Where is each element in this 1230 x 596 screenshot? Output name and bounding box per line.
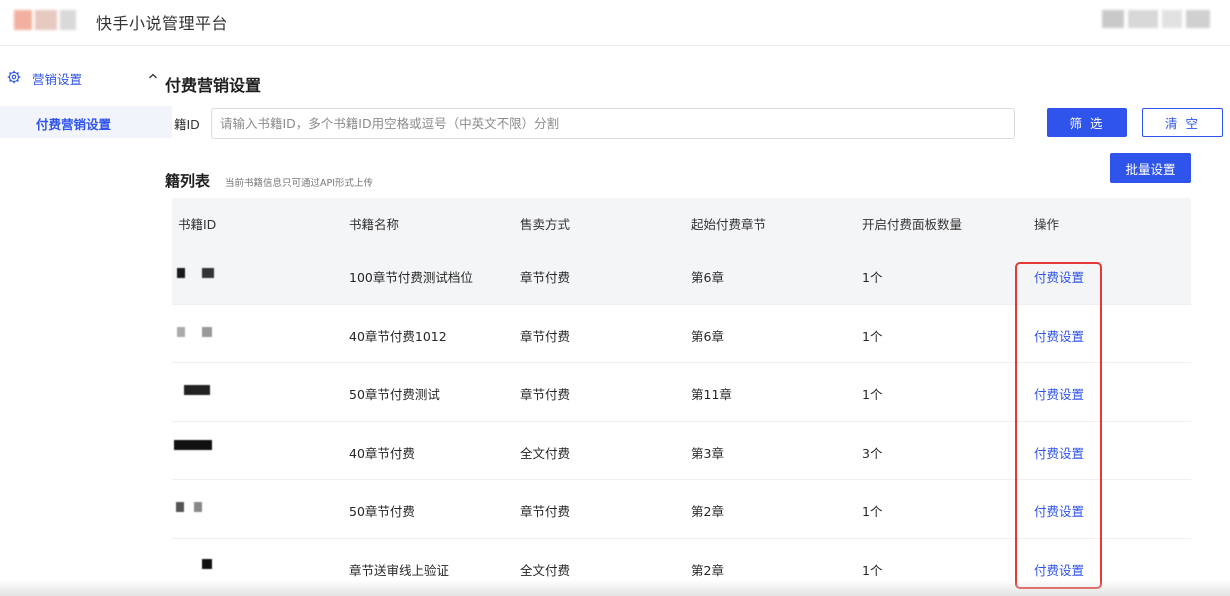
filter-button[interactable]: 筛 选: [1047, 108, 1127, 137]
book-name-cell: 50章节付费: [349, 504, 415, 519]
sale-mode-cell: 章节付费: [520, 504, 571, 519]
sale-mode-cell: 章节付费: [520, 270, 571, 285]
batch-settings-button[interactable]: 批量设置: [1110, 153, 1191, 183]
table-row: 40章节付费1012 章节付费 第6章 1个 付费设置: [172, 304, 1191, 363]
start-chapter-cell: 第2章: [691, 562, 724, 578]
payment-settings-link[interactable]: 付费设置: [1034, 560, 1084, 579]
user-avatar-area[interactable]: [1102, 10, 1212, 30]
app-title: 快手小说管理平台: [96, 14, 229, 33]
column-header-book-id: 书籍ID: [178, 217, 217, 232]
payment-settings-link[interactable]: 付费设置: [1034, 443, 1084, 462]
chevron-up-icon[interactable]: [148, 72, 158, 80]
start-chapter-cell: 第6章: [691, 328, 724, 344]
table-row: 50章节付费测试 章节付费 第11章 1个 付费设置: [172, 363, 1191, 422]
book-id-filter-label: 籍ID: [174, 117, 200, 132]
start-chapter-cell: 第2章: [691, 504, 724, 519]
panel-count-cell: 1个: [862, 504, 883, 519]
panel-count-cell: 1个: [862, 328, 883, 344]
sale-mode-cell: 章节付费: [520, 387, 571, 402]
panel-count-cell: 1个: [862, 562, 883, 578]
logo: [14, 10, 76, 30]
start-chapter-cell: 第3章: [691, 445, 724, 461]
book-name-cell: 40章节付费1012: [349, 328, 447, 344]
sidebar-item-label: 付费营销设置: [36, 117, 112, 132]
book-table: 书籍ID 书籍名称 售卖方式 起始付费章节 开启付费面板数量 操作 100章节付…: [172, 198, 1191, 596]
column-header-book-name: 书籍名称: [349, 217, 400, 232]
panel-count-cell: 1个: [862, 270, 883, 285]
gear-icon: [7, 70, 21, 84]
payment-settings-link[interactable]: 付费设置: [1034, 326, 1084, 345]
book-id-redacted: [172, 385, 232, 397]
book-name-cell: 40章节付费: [349, 445, 415, 461]
table-row: 章节送审线上验证 全文付费 第2章 1个 付费设置: [172, 538, 1191, 596]
column-header-sale-mode: 售卖方式: [520, 217, 571, 232]
book-list-subtitle: 当前书籍信息只可通过API形式上传: [225, 178, 374, 189]
panel-count-cell: 3个: [862, 445, 883, 461]
sale-mode-cell: 全文付费: [520, 445, 571, 461]
start-chapter-cell: 第11章: [691, 387, 732, 402]
book-name-cell: 50章节付费测试: [349, 387, 440, 402]
book-id-search-input[interactable]: [211, 108, 1015, 139]
page-title: 付费营销设置: [165, 76, 262, 95]
column-header-panel-count: 开启付费面板数量: [862, 217, 963, 232]
book-id-redacted: [172, 439, 232, 452]
table-row: 100章节付费测试档位 章节付费 第6章 1个 付费设置: [172, 246, 1191, 305]
column-header-start-chapter: 起始付费章节: [691, 217, 767, 232]
book-id-redacted: [172, 268, 232, 280]
sidebar-group-marketing[interactable]: 营销设置: [0, 62, 172, 92]
book-id-redacted: [172, 502, 232, 514]
sale-mode-cell: 全文付费: [520, 562, 571, 578]
book-id-redacted: [172, 558, 232, 571]
book-list-title: 籍列表: [165, 172, 211, 190]
top-header: 快手小说管理平台: [0, 0, 1230, 46]
book-name-cell: 章节送审线上验证: [349, 562, 450, 578]
table-row: 50章节付费 章节付费 第2章 1个 付费设置: [172, 480, 1191, 539]
sale-mode-cell: 章节付费: [520, 328, 571, 344]
book-name-cell: 100章节付费测试档位: [349, 270, 473, 285]
start-chapter-cell: 第6章: [691, 270, 724, 285]
table-header: 书籍ID 书籍名称 售卖方式 起始付费章节 开启付费面板数量 操作: [172, 198, 1191, 246]
sidebar-item-paid-marketing[interactable]: 付费营销设置: [0, 106, 172, 138]
sidebar-group-label: 营销设置: [32, 72, 83, 87]
payment-settings-link[interactable]: 付费设置: [1034, 267, 1084, 286]
payment-settings-link[interactable]: 付费设置: [1034, 501, 1084, 520]
panel-count-cell: 1个: [862, 387, 883, 402]
payment-settings-link[interactable]: 付费设置: [1034, 384, 1084, 403]
clear-button[interactable]: 清 空: [1142, 108, 1223, 137]
sidebar: 营销设置 付费营销设置: [0, 46, 172, 596]
book-id-redacted: [172, 326, 232, 339]
column-header-actions: 操作: [1034, 217, 1060, 232]
table-row: 40章节付费 全文付费 第3章 3个 付费设置: [172, 421, 1191, 480]
